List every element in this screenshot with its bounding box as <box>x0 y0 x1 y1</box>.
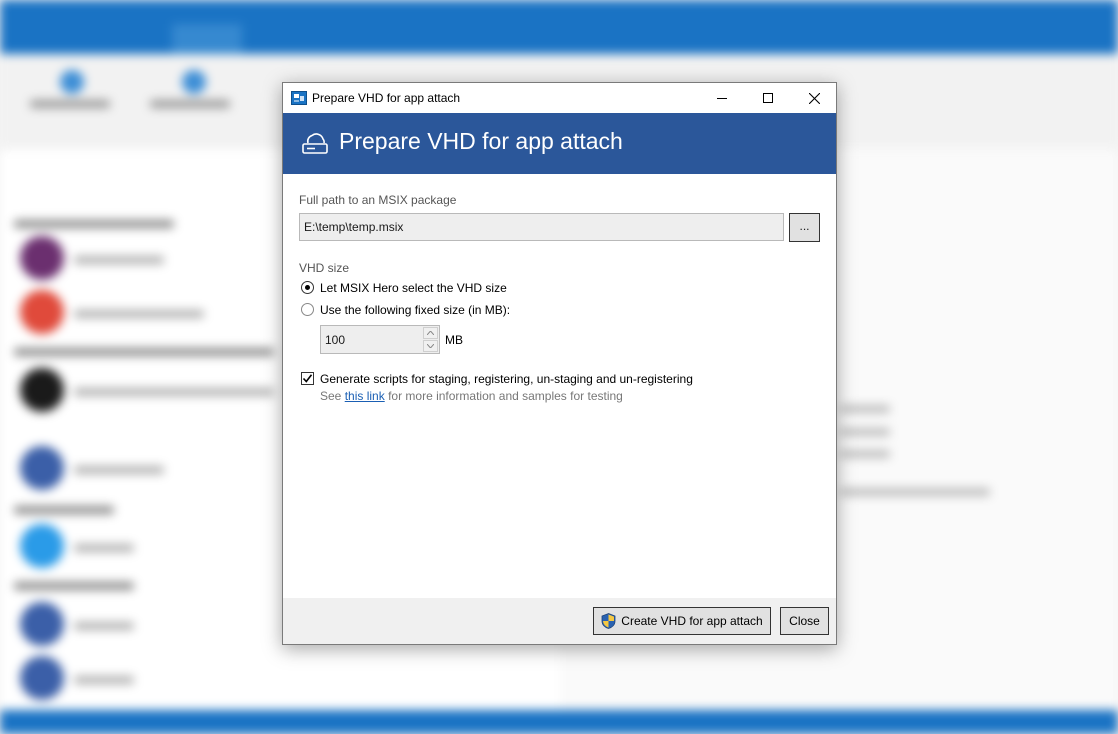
background-item-text <box>74 466 164 474</box>
maximize-button[interactable] <box>745 83 791 113</box>
background-statusbar <box>0 710 1118 734</box>
radio-selected-dot <box>305 285 310 290</box>
window-title: Prepare VHD for app attach <box>312 91 461 105</box>
background-item-text <box>74 310 204 318</box>
hint-suffix: for more information and samples for tes… <box>388 389 623 403</box>
info-link[interactable]: this link <box>345 389 385 403</box>
prepare-vhd-dialog: Prepare VHD for app attach Prepare VHD f… <box>282 82 837 645</box>
window-close-button[interactable] <box>791 83 837 113</box>
cloud-drive-icon <box>301 129 329 157</box>
background-group-header <box>14 220 174 228</box>
background-app-icon <box>20 368 64 412</box>
generate-scripts-label[interactable]: Generate scripts for staging, registerin… <box>320 372 693 386</box>
background-ribbon-icon <box>182 70 206 94</box>
size-unit-label: MB <box>445 333 463 347</box>
background-app-icon <box>20 524 64 568</box>
background-ribbon-label <box>150 100 230 108</box>
create-vhd-button[interactable]: Create VHD for app attach <box>593 607 771 635</box>
fixed-size-radio[interactable] <box>301 303 314 316</box>
browse-button[interactable]: ... <box>789 213 820 242</box>
fixed-size-stepper[interactable]: 100 <box>320 325 440 354</box>
fixed-size-value[interactable]: 100 <box>325 333 345 347</box>
close-icon <box>808 92 820 104</box>
background-item-text <box>74 388 274 396</box>
chevron-up-icon <box>427 331 434 335</box>
dialog-titlebar: Prepare VHD for app attach <box>283 83 836 113</box>
background-detail-text <box>840 488 990 496</box>
background-ribbon-icon <box>60 70 84 94</box>
package-path-input[interactable]: E:\temp\temp.msix <box>299 213 784 241</box>
generate-scripts-checkbox[interactable] <box>301 372 314 385</box>
background-app-icon <box>20 656 64 700</box>
auto-size-label[interactable]: Let MSIX Hero select the VHD size <box>320 281 507 295</box>
background-tab <box>172 24 242 54</box>
background-item-text <box>74 544 134 552</box>
checkmark-icon <box>302 374 313 383</box>
background-item-text <box>74 256 164 264</box>
hint-prefix: See <box>320 389 342 403</box>
vhd-size-label: VHD size <box>299 261 350 275</box>
background-detail-text <box>840 428 890 436</box>
background-detail-text <box>840 450 890 458</box>
scripts-hint: See this link for more information and s… <box>320 389 623 403</box>
background-group-header <box>14 506 114 514</box>
background-group-header <box>14 582 134 590</box>
dialog-header: Prepare VHD for app attach <box>283 113 836 174</box>
auto-size-radio[interactable] <box>301 281 314 294</box>
dialog-heading: Prepare VHD for app attach <box>339 128 623 154</box>
close-button[interactable]: Close <box>780 607 829 635</box>
stepper-down-button[interactable] <box>423 340 438 352</box>
create-vhd-label: Create VHD for app attach <box>621 614 763 628</box>
chevron-down-icon <box>427 344 434 348</box>
background-group-header <box>14 348 274 356</box>
package-path-label: Full path to an MSIX package <box>299 193 457 207</box>
uac-shield-icon <box>601 613 616 629</box>
background-app-icon <box>20 290 64 334</box>
background-ribbon-label <box>30 100 110 108</box>
fixed-size-label[interactable]: Use the following fixed size (in MB): <box>320 303 510 317</box>
background-item-text <box>74 622 134 630</box>
dialog-footer: Create VHD for app attach Close <box>283 598 836 644</box>
background-detail-text <box>840 405 890 413</box>
background-titlebar <box>0 0 1118 54</box>
maximize-icon <box>763 93 773 103</box>
background-app-icon <box>20 602 64 646</box>
background-app-icon <box>20 446 64 490</box>
background-item-text <box>74 676 134 684</box>
stepper-up-button[interactable] <box>423 327 438 339</box>
background-app-icon <box>20 236 64 280</box>
minimize-button[interactable] <box>699 83 745 113</box>
minimize-icon <box>717 98 727 99</box>
vhd-app-icon <box>291 90 307 106</box>
